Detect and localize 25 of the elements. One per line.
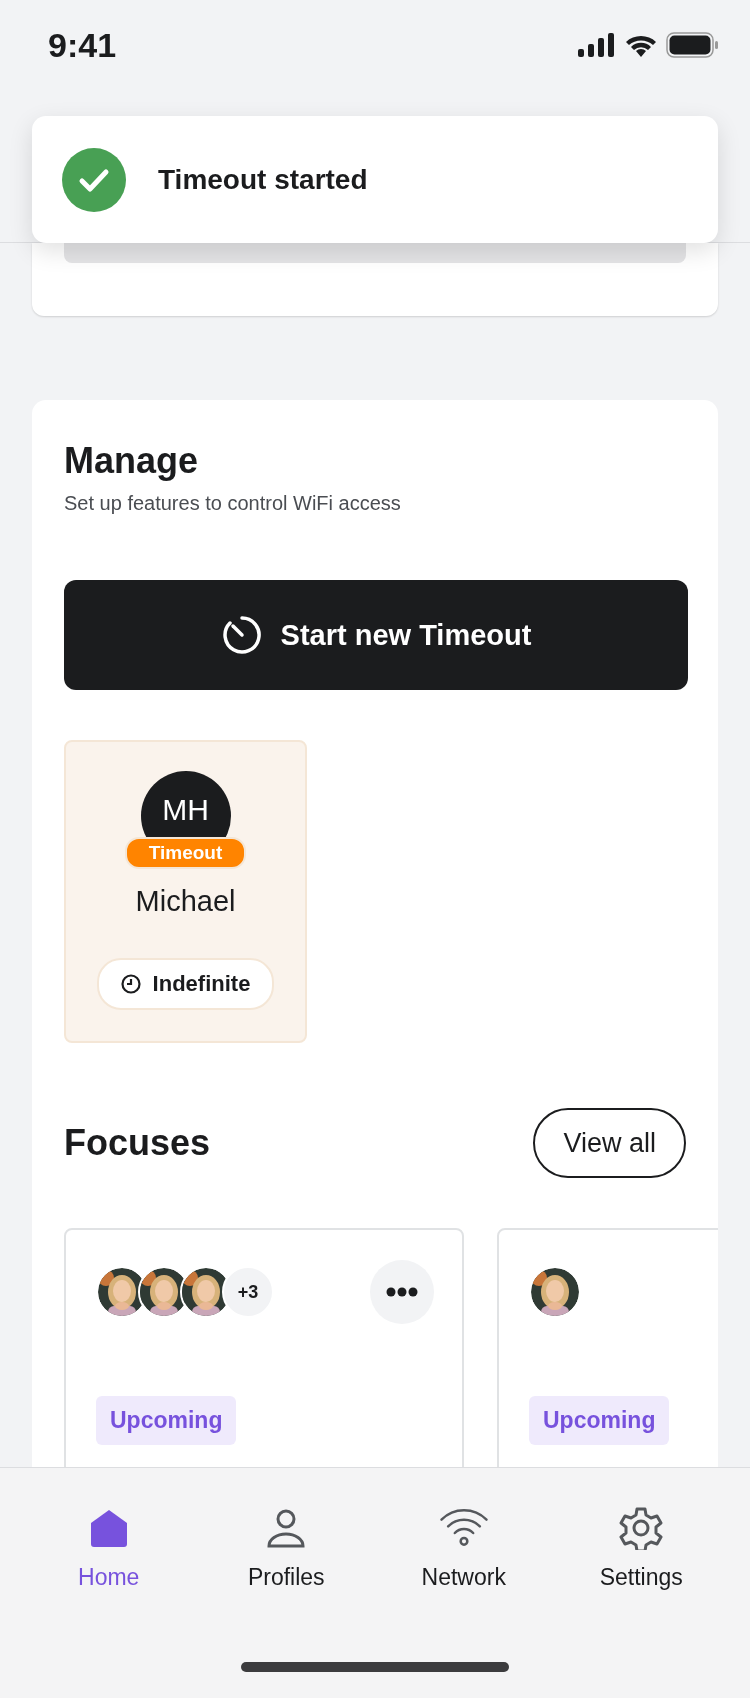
start-timeout-button[interactable]: Start new Timeout — [64, 580, 688, 690]
section-title: Focuses — [64, 1122, 211, 1164]
check-icon — [62, 147, 126, 212]
section-subtitle: Set up features to control WiFi access — [64, 492, 401, 515]
toast-message: Timeout started — [158, 163, 368, 196]
signal-icon — [578, 33, 616, 57]
status-tag: Upcoming — [529, 1396, 670, 1445]
tab-item[interactable]: Profiles — [211, 1506, 362, 1591]
status-time: 9:41 — [48, 25, 117, 65]
battery-icon — [666, 32, 718, 58]
tab-item[interactable]: Settings — [566, 1506, 717, 1591]
tab-item[interactable]: Network — [388, 1506, 539, 1591]
timer-icon — [220, 614, 263, 656]
status-tag: Upcoming — [96, 1396, 237, 1445]
wifi-icon — [624, 33, 658, 57]
view-all-button[interactable]: View all — [533, 1108, 686, 1178]
tab-item[interactable]: Home — [33, 1506, 184, 1591]
duration-text: Indefinite — [152, 971, 251, 997]
timeout-badge: Timeout — [124, 837, 247, 869]
more-icon — [386, 1287, 418, 1297]
profile-tile[interactable]: MH Timeout Michael Indefinite — [64, 740, 307, 1043]
more-count: +3 — [222, 1266, 274, 1318]
section-title: Manage — [64, 440, 199, 482]
clock-icon — [120, 974, 141, 994]
profile-name: Michael — [135, 885, 236, 918]
